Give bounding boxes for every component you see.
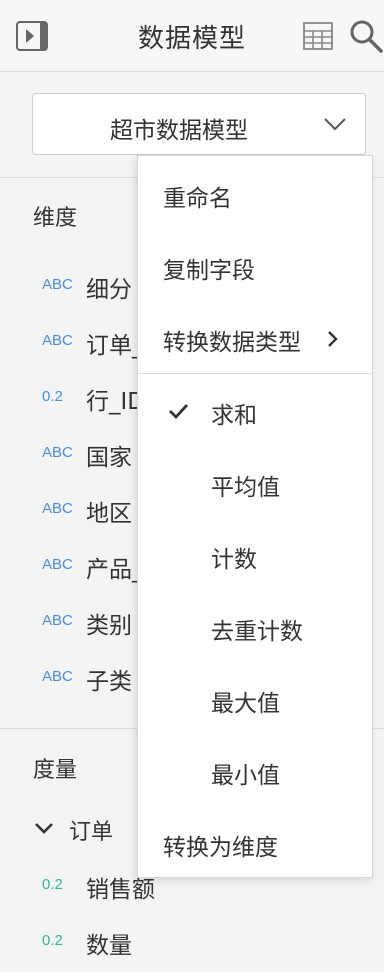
- chevron-down-icon: [323, 114, 347, 134]
- measures-title: 度量: [33, 758, 78, 783]
- menu-item-label: 计数: [211, 547, 257, 573]
- table-grid-icon[interactable]: [302, 20, 334, 52]
- model-dropdown-value: 超市数据模型: [110, 118, 248, 144]
- field-name: 子类: [86, 669, 132, 695]
- menu-item-label: 重命名: [163, 186, 232, 212]
- model-dropdown[interactable]: 超市数据模型: [32, 93, 366, 155]
- text-type-icon: ABC: [42, 276, 73, 293]
- text-type-icon: ABC: [42, 668, 73, 685]
- text-type-icon: ABC: [42, 500, 73, 517]
- chevron-right-icon: [326, 330, 340, 348]
- menu-item-aggregation-max[interactable]: 最大值: [138, 670, 372, 726]
- dimensions-title: 维度: [33, 206, 78, 231]
- search-icon[interactable]: [348, 18, 384, 54]
- measure-group-name: 订单: [69, 820, 114, 845]
- top-bar: 数据模型: [0, 0, 384, 72]
- menu-item-convert-type[interactable]: 转换数据类型: [138, 309, 372, 365]
- text-type-icon: ABC: [42, 444, 73, 461]
- chevron-down-icon: [33, 820, 55, 838]
- field-name: 产品_: [86, 557, 144, 583]
- text-type-icon: ABC: [42, 612, 73, 629]
- menu-item-aggregation-min[interactable]: 最小值: [138, 742, 372, 798]
- menu-item-aggregation-average[interactable]: 平均值: [138, 454, 372, 510]
- menu-item-label: 最小值: [211, 763, 280, 789]
- field-context-menu: 重命名 复制字段 转换数据类型 求和 平均值 计数 去重计数 最大值 最小值 转…: [137, 155, 373, 878]
- menu-item-label: 去重计数: [211, 619, 303, 645]
- field-name: 细分: [86, 277, 132, 303]
- menu-item-aggregation-count[interactable]: 计数: [138, 526, 372, 582]
- menu-item-label: 最大值: [211, 691, 280, 717]
- menu-item-aggregation-distinct-count[interactable]: 去重计数: [138, 598, 372, 654]
- menu-item-label: 转换数据类型: [163, 330, 301, 356]
- menu-divider: [138, 373, 372, 374]
- text-type-icon: ABC: [42, 332, 73, 349]
- menu-item-label: 复制字段: [163, 258, 255, 284]
- menu-item-copy-field[interactable]: 复制字段: [138, 237, 372, 293]
- field-name: 国家: [86, 445, 132, 471]
- numeric-type-icon: 0.2: [42, 876, 63, 893]
- menu-item-label: 平均值: [211, 475, 280, 501]
- field-name: 地区: [86, 501, 132, 527]
- field-name: 订单_: [86, 333, 144, 359]
- menu-item-label: 转换为维度: [163, 835, 278, 861]
- menu-item-label: 求和: [211, 403, 257, 429]
- numeric-type-icon: 0.2: [42, 388, 63, 405]
- field-name: 数量: [86, 933, 132, 959]
- measure-field-item[interactable]: 0.2 数量: [0, 914, 384, 970]
- menu-item-aggregation-sum[interactable]: 求和: [138, 382, 372, 438]
- numeric-type-icon: 0.2: [42, 932, 63, 949]
- menu-item-rename[interactable]: 重命名: [138, 165, 372, 221]
- menu-item-convert-to-dimension[interactable]: 转换为维度: [138, 814, 372, 870]
- checkmark-icon: [168, 402, 190, 420]
- text-type-icon: ABC: [42, 556, 73, 573]
- field-name: 类别: [86, 613, 132, 639]
